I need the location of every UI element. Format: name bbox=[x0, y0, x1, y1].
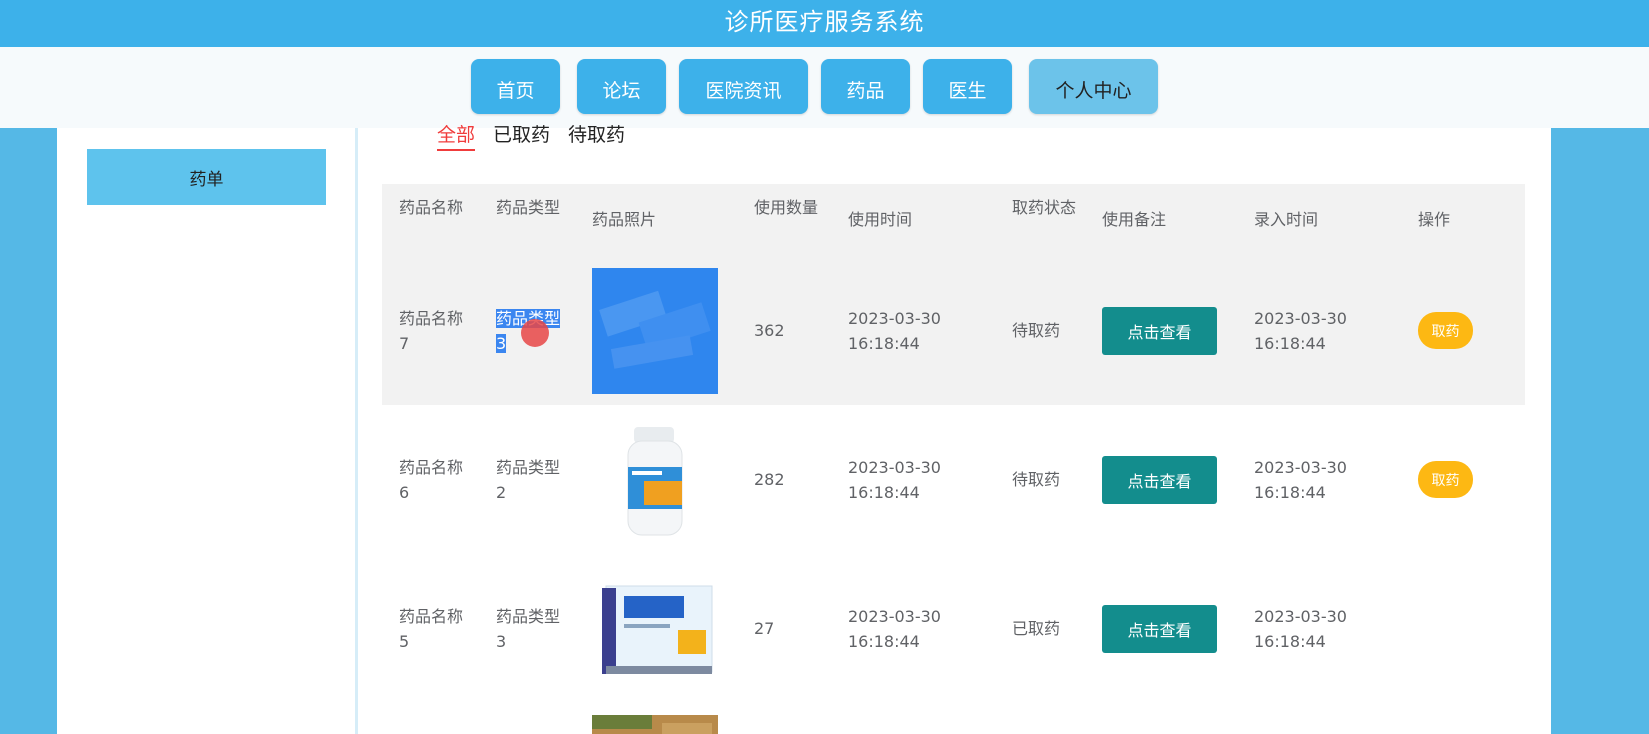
cell-entry-clock: 16:18:44 bbox=[1254, 483, 1326, 502]
table-row: 药品名称6 药品类型2 282 2023-03-30 16:18:44 待取药 … bbox=[382, 405, 1525, 554]
main-nav: 首页 论坛 医院资讯 药品 医生 个人中心 bbox=[0, 47, 1649, 128]
cell-name: 药品名称5 bbox=[399, 607, 464, 651]
sidebar-panel bbox=[57, 128, 355, 734]
cell-name: 药品名称6 bbox=[399, 458, 464, 502]
cell-use-time: 2023-03-30 16:18:44 bbox=[848, 306, 988, 356]
cell-use-time: 2023-03-30 16:18:44 bbox=[848, 604, 988, 654]
take-medicine-button[interactable]: 取药 bbox=[1418, 461, 1473, 498]
view-remark-button[interactable]: 点击查看 bbox=[1102, 605, 1217, 653]
col-header-status: 取药状态 bbox=[1012, 198, 1077, 217]
cell-entry-time: 2023-03-30 16:18:44 bbox=[1254, 604, 1394, 654]
table-header: 药品名称 药品类型 药品照片 使用数量 使用时间 取药状态 使用备注 录入时间 … bbox=[382, 184, 1525, 256]
take-medicine-button[interactable]: 取药 bbox=[1418, 312, 1473, 349]
cell-use-date: 2023-03-30 bbox=[848, 458, 941, 477]
table-row: 药品名称7 药品类型3 362 2023-03-30 16:18:44 待取药 … bbox=[382, 256, 1525, 405]
medicine-photo bbox=[592, 566, 718, 692]
cell-entry-time: 2023-03-30 16:18:44 bbox=[1254, 306, 1394, 356]
cell-qty: 282 bbox=[754, 470, 785, 489]
cell-use-clock: 16:18:44 bbox=[848, 483, 920, 502]
tab-picked-up[interactable]: 已取药 bbox=[493, 120, 550, 151]
cell-qty: 27 bbox=[754, 619, 775, 638]
cell-entry-date: 2023-03-30 bbox=[1254, 607, 1347, 626]
top-header: 诊所医疗服务系统 bbox=[0, 0, 1649, 47]
prescription-table: 药品名称 药品类型 药品照片 使用数量 使用时间 取药状态 使用备注 录入时间 … bbox=[382, 184, 1525, 734]
col-header-type: 药品类型 bbox=[496, 198, 561, 217]
nav-forum[interactable]: 论坛 bbox=[577, 59, 666, 114]
table-row: 药品名称5 药品类型3 27 2023-03-30 16:18:44 已取药 点… bbox=[382, 554, 1525, 703]
tab-pending[interactable]: 待取药 bbox=[568, 120, 625, 151]
col-header-remark: 使用备注 bbox=[1102, 210, 1167, 229]
cell-entry-clock: 16:18:44 bbox=[1254, 632, 1326, 651]
nav-personal-center[interactable]: 个人中心 bbox=[1029, 59, 1158, 114]
status-tabs: 全部 已取药 待取药 bbox=[437, 120, 643, 151]
medicine-photo bbox=[592, 715, 718, 734]
nav-hospital-news[interactable]: 医院资讯 bbox=[679, 59, 808, 114]
col-header-photo: 药品照片 bbox=[592, 210, 657, 229]
col-header-qty: 使用数量 bbox=[754, 198, 819, 217]
col-header-name: 药品名称 bbox=[399, 198, 464, 217]
cell-use-clock: 16:18:44 bbox=[848, 334, 920, 353]
cell-use-time: 2023-03-30 16:18:44 bbox=[848, 455, 988, 505]
cell-type: 药品类型3 bbox=[496, 607, 561, 651]
nav-home[interactable]: 首页 bbox=[471, 59, 560, 114]
tab-all[interactable]: 全部 bbox=[437, 120, 476, 151]
medicine-photo bbox=[592, 417, 718, 543]
cell-use-date: 2023-03-30 bbox=[848, 309, 941, 328]
cell-entry-date: 2023-03-30 bbox=[1254, 309, 1347, 328]
cell-entry-date: 2023-03-30 bbox=[1254, 458, 1347, 477]
cell-qty: 362 bbox=[754, 321, 785, 340]
cell-use-clock: 16:18:44 bbox=[848, 632, 920, 651]
cell-type: 药品类型2 bbox=[496, 458, 561, 502]
col-header-entry-time: 录入时间 bbox=[1254, 210, 1319, 229]
view-remark-button[interactable]: 点击查看 bbox=[1102, 307, 1217, 355]
cell-status: 待取药 bbox=[1012, 321, 1061, 340]
sidebar-item-prescription[interactable]: 药单 bbox=[87, 149, 326, 205]
cell-entry-time: 2023-03-30 16:18:44 bbox=[1254, 455, 1394, 505]
cell-entry-clock: 16:18:44 bbox=[1254, 334, 1326, 353]
medicine-photo bbox=[592, 268, 718, 394]
nav-medicine[interactable]: 药品 bbox=[821, 59, 910, 114]
col-header-use-time: 使用时间 bbox=[848, 210, 913, 229]
cell-name: 药品名称7 bbox=[399, 309, 464, 353]
table-row bbox=[382, 703, 1525, 734]
col-header-action: 操作 bbox=[1418, 210, 1451, 229]
view-remark-button[interactable]: 点击查看 bbox=[1102, 456, 1217, 504]
cell-status: 已取药 bbox=[1012, 619, 1061, 638]
nav-doctor[interactable]: 医生 bbox=[923, 59, 1012, 114]
site-title: 诊所医疗服务系统 bbox=[724, 8, 925, 36]
cell-use-date: 2023-03-30 bbox=[848, 607, 941, 626]
cursor-indicator bbox=[521, 319, 549, 347]
cell-status: 待取药 bbox=[1012, 470, 1061, 489]
